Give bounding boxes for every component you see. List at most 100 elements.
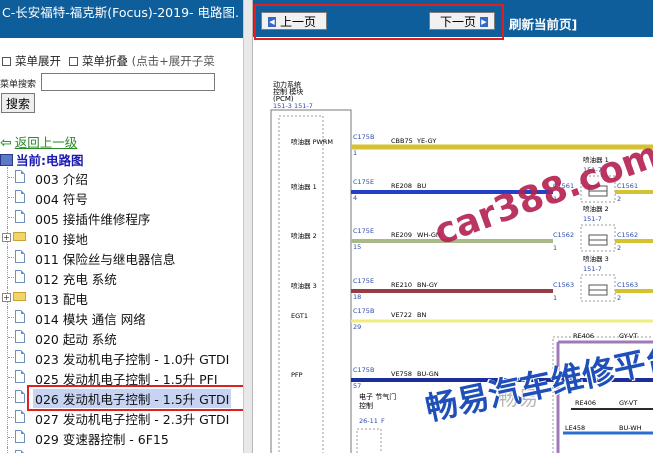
pin-number: 57: [353, 382, 361, 390]
connector-id: C175B: [353, 366, 374, 374]
injector-pin: 151-7: [583, 215, 602, 223]
wire-code: RE210: [391, 281, 412, 289]
monitor-icon: [0, 154, 13, 166]
signal-label: 喷油器 2: [291, 231, 317, 240]
wire-row: 喷油器 3 C175E 18 RE210 BN-GY: [291, 277, 553, 301]
injector-name: 喷油器 2: [583, 204, 609, 213]
tree-item-label: 011 保险丝与继电器信息: [35, 252, 176, 267]
tree-item[interactable]: 012 充电 系统: [0, 267, 243, 287]
tree-item-label: 004 符号: [35, 192, 88, 207]
signal-label: 喷油器 3: [291, 281, 317, 290]
document-icon: [15, 270, 25, 283]
folder-icon: [13, 292, 26, 301]
bu-wh-label: BU-WH: [619, 424, 642, 432]
connector-id: C175E: [353, 277, 374, 285]
tree-item[interactable]: 011 保险丝与继电器信息: [0, 247, 243, 267]
connector-id: C175B: [353, 133, 374, 141]
tree-item[interactable]: +010 接地: [0, 227, 243, 247]
wire-code: CBB75: [391, 137, 413, 145]
pin-number: 4: [353, 194, 357, 202]
tree-item[interactable]: 030 变速器控制: [0, 447, 243, 453]
tree-item-label: 030 变速器控制: [35, 449, 125, 453]
connector-id: C175E: [353, 227, 374, 235]
expand-plus-icon[interactable]: +: [2, 233, 11, 242]
etc-connector-box: [356, 428, 382, 453]
module-pins: 151-3 151-7: [273, 102, 313, 110]
injector-pin-left: 1: [553, 294, 557, 302]
signal-label: 喷油器 PWRM: [291, 137, 333, 146]
wire-color-code: BN-GY: [417, 281, 438, 289]
le458-label: LE458: [565, 424, 585, 432]
tree-item[interactable]: 014 模块 通信 网络: [0, 307, 243, 327]
wire-color-code: BN: [417, 311, 426, 319]
selected-item-highlight-box: [27, 385, 243, 411]
wire-row: EGT1 C175B 29 VE722 BN: [291, 307, 653, 331]
wire-code: VE758: [391, 370, 412, 378]
connector-id: C175E: [353, 178, 374, 186]
tree-item[interactable]: 029 变速器控制 - 6F15: [0, 427, 243, 447]
back-link[interactable]: ⇦ 返回上一级: [0, 132, 77, 151]
pane-splitter[interactable]: [243, 0, 253, 453]
injector-pin-left: 1: [553, 244, 557, 252]
etc-label-2: 控制: [359, 401, 373, 410]
document-icon: [15, 430, 25, 443]
wire-color-code: BU: [417, 182, 426, 190]
document-icon: [15, 210, 25, 223]
tree-item[interactable]: 025 发动机电子控制 - 1.5升 PFI: [0, 367, 243, 387]
tree-item-label: 012 充电 系统: [35, 272, 117, 287]
wire-code: RE209: [391, 231, 412, 239]
tree-item-label: 014 模块 通信 网络: [35, 312, 146, 327]
wire-code: RE208: [391, 182, 412, 190]
back-link-label: 返回上一级: [14, 135, 78, 150]
tree-item[interactable]: +013 配电: [0, 287, 243, 307]
document-icon: [15, 330, 25, 343]
document-icon: [15, 170, 25, 183]
injector-pin-right: 2: [617, 294, 621, 302]
injector-conn-left: C1562: [553, 231, 574, 239]
etc-label-1: 电子 节气门: [359, 392, 396, 401]
search-input[interactable]: [41, 73, 215, 91]
wire-color-code: BU-GN: [417, 370, 439, 378]
menu-expand-link[interactable]: 菜单展开: [15, 54, 61, 68]
injector-pin: 151-7: [583, 265, 602, 273]
document-icon: [15, 310, 25, 323]
expand-square-icon: [2, 56, 11, 66]
injector-pin-right: 2: [617, 244, 621, 252]
tree-item-label: 013 配电: [35, 292, 88, 307]
wire-row: 喷油器 2C175E15RE209 WH-GN: [291, 227, 553, 251]
search-button[interactable]: 搜索: [1, 93, 35, 113]
tree-item[interactable]: 004 符号: [0, 187, 243, 207]
tree-item-label: 020 起动 系统: [35, 332, 117, 347]
document-icon: [15, 190, 25, 203]
back-arrow-icon: ⇦: [0, 135, 12, 151]
tree-item[interactable]: 005 接插件维修程序: [0, 207, 243, 227]
pin-number: 15: [353, 243, 361, 251]
connector-id: C175B: [353, 307, 374, 315]
menu-pane: C-长安福特-福克斯(Focus)-2019- 电路图. 菜单展开 菜单折叠 (点…: [0, 0, 243, 453]
signal-label: EGT1: [291, 312, 308, 320]
refresh-page-link[interactable]: 刷新当前页]: [509, 14, 577, 33]
folder-icon: [13, 232, 26, 241]
page-title-bar: C-长安福特-福克斯(Focus)-2019- 电路图.: [0, 0, 243, 38]
tree-item-label: 027 发动机电子控制 - 2.3升 GTDI: [35, 412, 230, 427]
tree-connector-line: [7, 447, 9, 453]
page-title: C-长安福特-福克斯(Focus)-2019- 电路图.: [2, 5, 239, 20]
menu-collapse-link[interactable]: 菜单折叠: [82, 54, 128, 68]
injector-conn-left: C1563: [553, 281, 574, 289]
expand-plus-icon[interactable]: +: [2, 293, 11, 302]
pin-number: 18: [353, 293, 361, 301]
tree-item[interactable]: 003 介绍: [0, 167, 243, 187]
re406b-label: RE406: [575, 399, 596, 407]
search-label: 菜单搜索: [0, 80, 37, 90]
menu-controls: 菜单展开 菜单折叠 (点击+展开子菜: [0, 53, 215, 69]
tree-item[interactable]: 020 起动 系统: [0, 327, 243, 347]
nav-buttons-highlight-box: [254, 4, 504, 40]
tree-item[interactable]: 023 发动机电子控制 - 1.0升 GTDI: [0, 347, 243, 367]
current-location-label: 当前:电路图: [16, 153, 84, 168]
injector-pin-right: 2: [617, 195, 621, 203]
collapse-square-icon: [69, 56, 78, 66]
injector-block: 喷油器 2 151-7 C1562 1 C1562 2: [553, 204, 653, 252]
document-icon: [15, 370, 25, 383]
signal-label: 喷油器 1: [291, 182, 317, 191]
tree-item-label: 010 接地: [35, 232, 88, 247]
